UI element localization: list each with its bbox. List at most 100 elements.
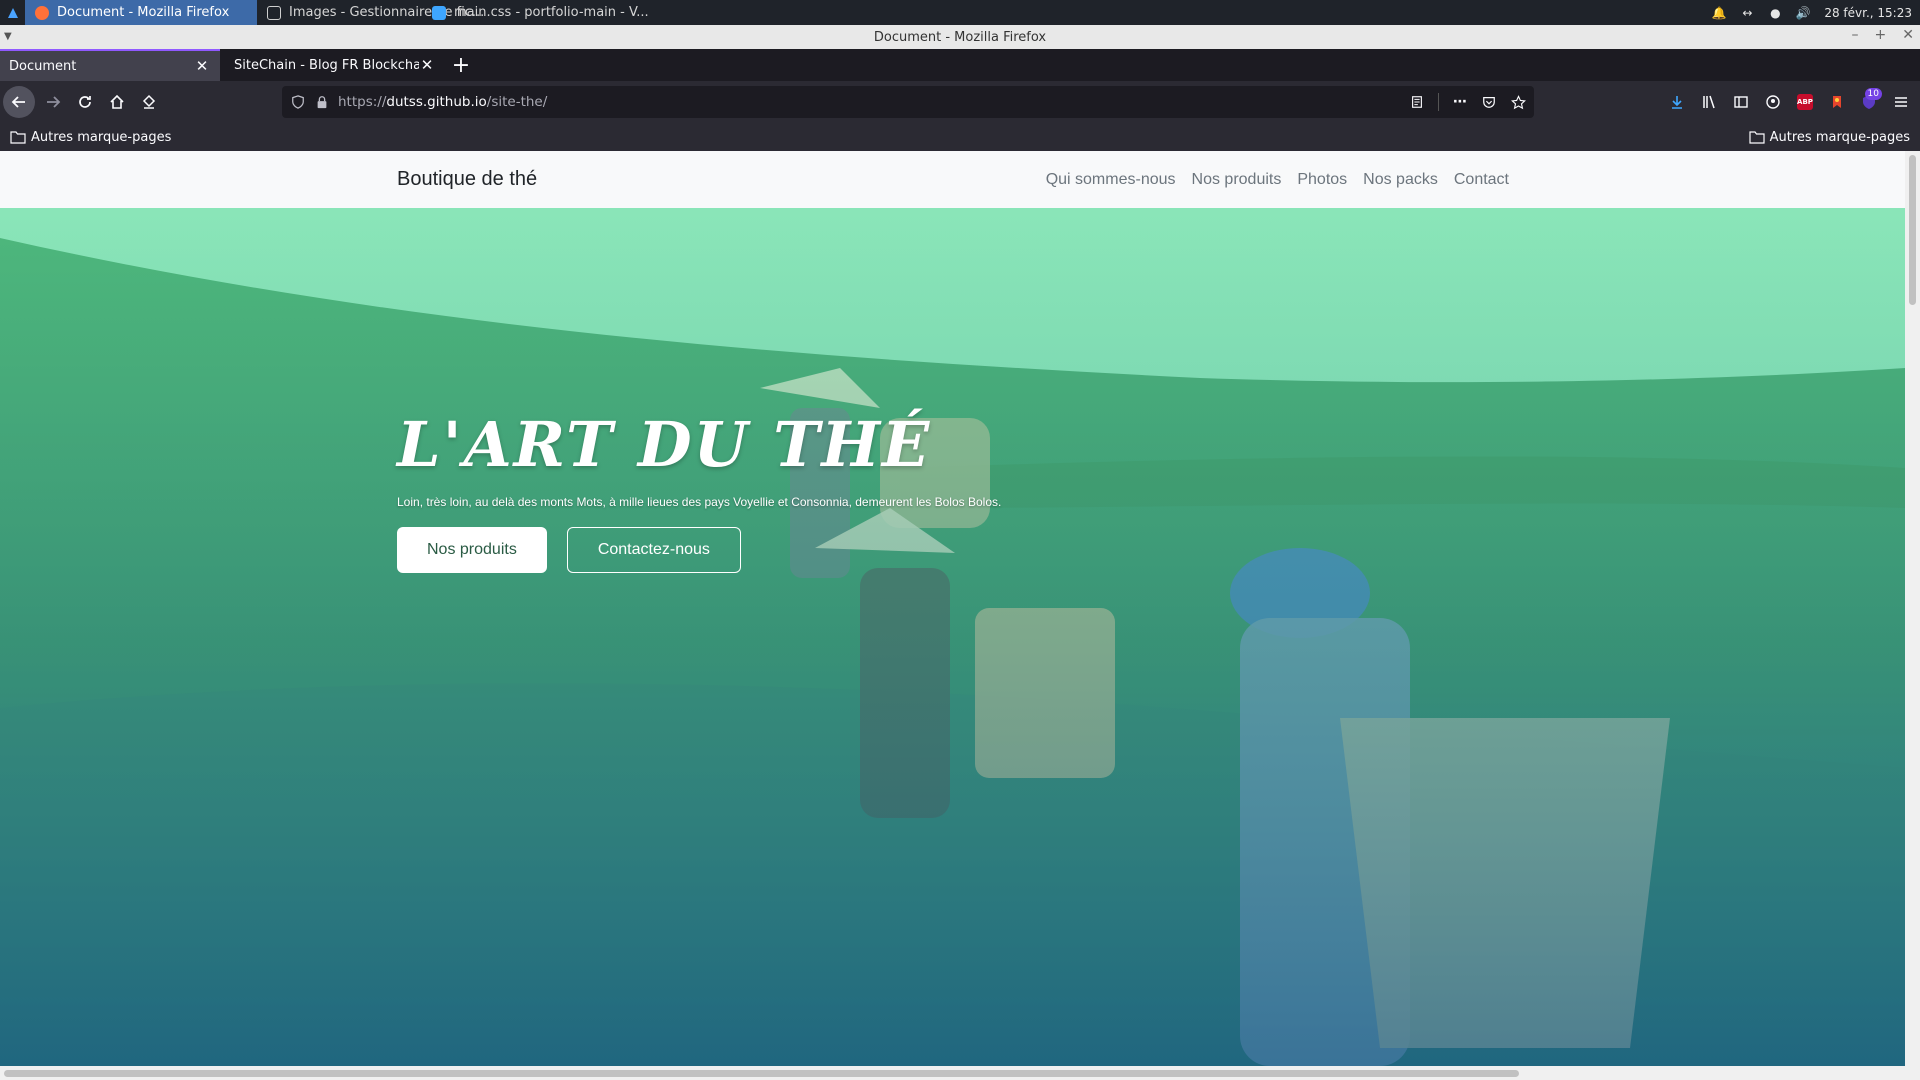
volume-icon[interactable]: 🔊 xyxy=(1796,6,1811,20)
downloads-button[interactable] xyxy=(1664,86,1690,118)
url-host: dutss.github.io xyxy=(386,94,487,110)
url-bar[interactable]: https://dutss.github.io/site-the/ ⋯ xyxy=(282,86,1534,118)
browser-tools: ABP 10 xyxy=(1664,86,1914,118)
url-prefix: https:// xyxy=(338,94,387,110)
library-icon xyxy=(1703,95,1715,109)
extension-flag-button[interactable] xyxy=(1824,86,1850,118)
network-icon[interactable]: ↔ xyxy=(1740,6,1754,20)
nav-link-packs[interactable]: Nos packs xyxy=(1363,171,1438,189)
nav-toolbar: https://dutss.github.io/site-the/ ⋯ ABP … xyxy=(0,81,1920,123)
close-tab-icon[interactable]: ✕ xyxy=(194,58,210,74)
clock[interactable]: 28 févr., 15:23 xyxy=(1824,6,1912,20)
close-tab-icon[interactable]: ✕ xyxy=(419,57,435,73)
taskbar-item-label: Document - Mozilla Firefox xyxy=(57,5,230,20)
scrollbar-corner xyxy=(1905,1066,1920,1080)
adblock-plus-icon: ABP xyxy=(1797,94,1813,110)
adblock-plus-button[interactable]: ABP xyxy=(1792,86,1818,118)
more-actions-icon[interactable]: ⋯ xyxy=(1452,94,1468,110)
url-path: /site-the/ xyxy=(486,94,548,110)
firefox-icon xyxy=(35,5,49,20)
pocket-icon[interactable] xyxy=(1481,94,1497,110)
tab-label: Document xyxy=(9,58,77,74)
folder-icon xyxy=(10,131,26,144)
bookmark-folder-left[interactable]: Autres marque-pages xyxy=(10,130,171,145)
launcher-icon xyxy=(7,7,18,18)
taskbar-item-vscode[interactable]: main.css - portfolio-main - V... xyxy=(422,0,659,25)
home-icon xyxy=(110,94,124,109)
extension-badge-count: 10 xyxy=(1864,88,1882,100)
bookmark-folder-label: Autres marque-pages xyxy=(1769,129,1910,145)
arrow-right-icon xyxy=(47,96,61,108)
nav-link-contact[interactable]: Contact xyxy=(1454,171,1509,189)
library-button[interactable] xyxy=(1696,86,1722,118)
extension-button[interactable] xyxy=(133,86,165,118)
reload-button[interactable] xyxy=(69,86,101,118)
site-navbar: Boutique de thé Qui sommes-nous Nos prod… xyxy=(0,151,1905,208)
hero-buttons: Nos produits Contactez-nous xyxy=(397,527,1097,573)
bookmarks-toolbar: Autres marque-pages Autres marque-pages xyxy=(0,123,1920,151)
reload-icon xyxy=(79,96,91,108)
site-brand[interactable]: Boutique de thé xyxy=(397,168,537,191)
arrow-left-icon xyxy=(11,96,25,108)
new-tab-button[interactable]: + xyxy=(445,49,477,81)
vertical-scrollbar-thumb[interactable] xyxy=(1909,155,1916,305)
extension-flag-icon xyxy=(1833,96,1841,108)
lock-icon[interactable] xyxy=(314,94,330,110)
system-tray: 🔔 ↔ ● 🔊 28 févr., 15:23 xyxy=(1712,6,1920,20)
hero-content: L'ART DU THÉ Loin, très loin, au delà de… xyxy=(397,408,1097,573)
tab-document[interactable]: Document ✕ xyxy=(0,49,220,81)
tab-sitechain[interactable]: SiteChain - Blog FR Blockchain ✕ xyxy=(220,49,445,81)
vertical-scrollbar[interactable] xyxy=(1905,151,1920,1066)
shield-icon[interactable] xyxy=(290,94,306,110)
taskbar-item-label: main.css - portfolio-main - V... xyxy=(454,5,649,20)
plus-icon: + xyxy=(451,52,471,78)
tab-label: SiteChain - Blog FR Blockchain xyxy=(234,57,419,73)
maximize-icon[interactable]: + xyxy=(1875,27,1887,43)
hero-section: L'ART DU THÉ Loin, très loin, au delà de… xyxy=(0,208,1905,1066)
tab-strip: Document ✕ SiteChain - Blog FR Blockchai… xyxy=(0,49,1920,81)
hamburger-menu-icon xyxy=(1895,97,1907,107)
window-title: Document - Mozilla Firefox xyxy=(873,29,1047,45)
nav-link-photos[interactable]: Photos xyxy=(1297,171,1347,189)
folder-icon xyxy=(1749,131,1765,144)
bookmark-folder-right[interactable]: Autres marque-pages xyxy=(1749,130,1910,145)
os-taskbar: Document - Mozilla Firefox Images - Gest… xyxy=(0,0,1920,25)
home-button[interactable] xyxy=(101,86,133,118)
products-button[interactable]: Nos produits xyxy=(397,527,547,573)
minimize-icon[interactable]: – xyxy=(1852,27,1859,43)
download-icon xyxy=(1672,96,1682,109)
nav-link-about[interactable]: Qui sommes-nous xyxy=(1046,171,1176,189)
app-menu-button[interactable] xyxy=(1888,86,1914,118)
contact-button[interactable]: Contactez-nous xyxy=(566,527,741,573)
update-icon[interactable]: ● xyxy=(1768,6,1782,20)
horizontal-scrollbar[interactable] xyxy=(0,1066,1905,1080)
forward-button[interactable] xyxy=(37,86,69,118)
site-nav-links: Qui sommes-nous Nos produits Photos Nos … xyxy=(1046,171,1509,189)
page-viewport: Boutique de thé Qui sommes-nous Nos prod… xyxy=(0,151,1905,1066)
url-divider xyxy=(1438,93,1439,111)
horizontal-scrollbar-thumb[interactable] xyxy=(4,1070,1519,1077)
window-titlebar: ▼ Document - Mozilla Firefox – + ✕ xyxy=(0,25,1920,49)
extension-badge-button[interactable]: 10 xyxy=(1856,86,1882,118)
reader-view-icon[interactable] xyxy=(1409,94,1425,110)
hero-background-image xyxy=(0,208,1905,1066)
hero-subtitle: Loin, très loin, au delà des monts Mots,… xyxy=(397,495,1002,509)
bookmark-folder-label: Autres marque-pages xyxy=(31,129,172,145)
vscode-icon xyxy=(432,5,446,20)
sidebar-icon xyxy=(1734,96,1748,108)
hero-title: L'ART DU THÉ xyxy=(397,408,932,481)
taskbar-item-firefox[interactable]: Document - Mozilla Firefox xyxy=(25,0,257,25)
back-button[interactable] xyxy=(3,86,35,118)
account-icon xyxy=(1766,95,1780,109)
close-window-icon[interactable]: ✕ xyxy=(1902,27,1914,43)
notifications-icon[interactable]: 🔔 xyxy=(1712,6,1727,20)
account-button[interactable] xyxy=(1760,86,1786,118)
extension-icon xyxy=(142,94,156,109)
window-menu-icon[interactable]: ▼ xyxy=(4,31,16,43)
nav-link-products[interactable]: Nos produits xyxy=(1192,171,1282,189)
app-launcher-button[interactable] xyxy=(0,0,25,25)
taskbar-item-file-manager[interactable]: Images - Gestionnaire de fic... xyxy=(257,0,484,25)
file-manager-icon xyxy=(267,5,281,20)
bookmark-star-icon[interactable] xyxy=(1510,94,1526,110)
sidebar-button[interactable] xyxy=(1728,86,1754,118)
